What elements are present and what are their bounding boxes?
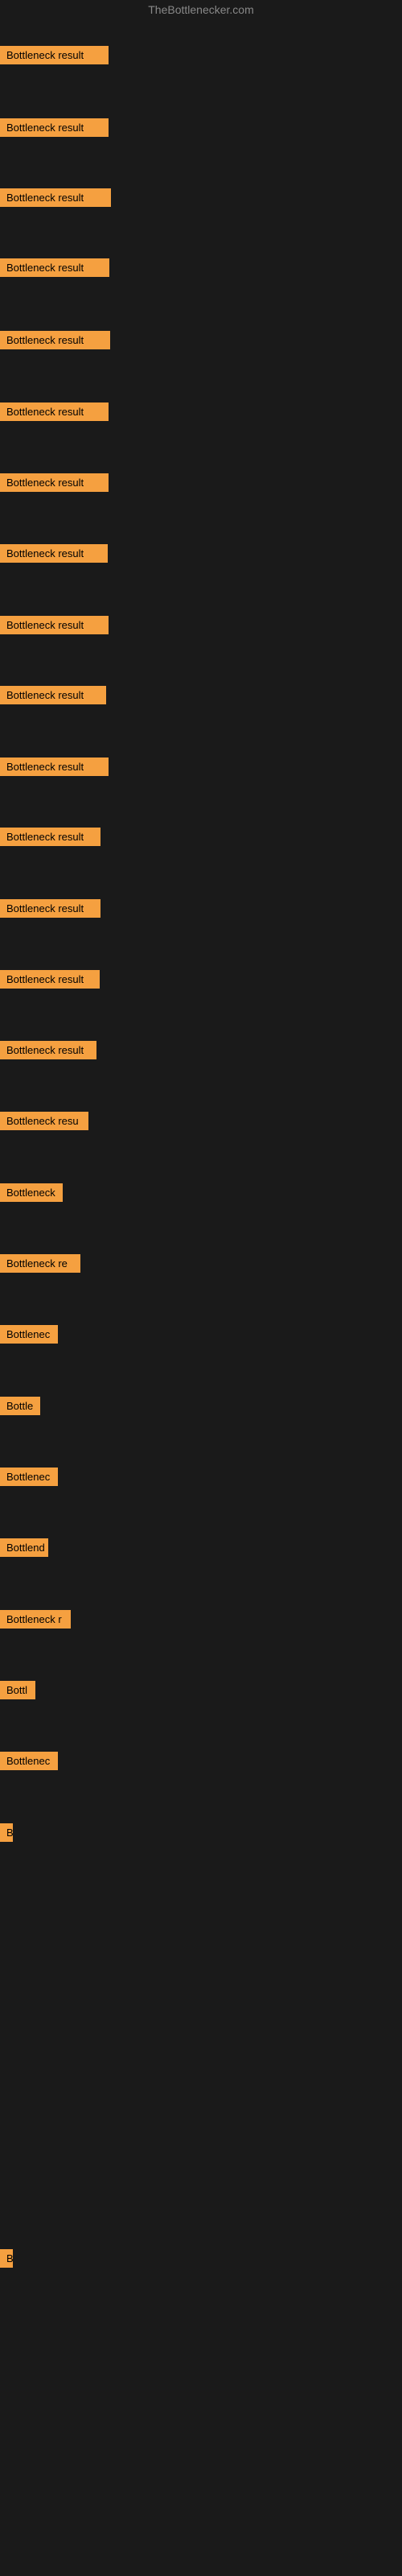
bottleneck-button-13[interactable]: Bottleneck result	[0, 970, 100, 989]
bottleneck-button-18[interactable]: Bottlenec	[0, 1325, 58, 1344]
site-title: TheBottlenecker.com	[0, 0, 402, 19]
bottleneck-button-28[interactable]: B	[0, 2249, 13, 2268]
bottleneck-button-7[interactable]: Bottleneck result	[0, 544, 108, 563]
bottleneck-button-0[interactable]: Bottleneck result	[0, 46, 109, 64]
bottleneck-button-12[interactable]: Bottleneck result	[0, 899, 100, 918]
bottleneck-button-2[interactable]: Bottleneck result	[0, 188, 111, 207]
bottleneck-button-25[interactable]: B	[0, 1823, 13, 1842]
bottleneck-button-3[interactable]: Bottleneck result	[0, 258, 109, 277]
bottleneck-button-16[interactable]: Bottleneck	[0, 1183, 63, 1202]
bottleneck-button-19[interactable]: Bottle	[0, 1397, 40, 1415]
bottleneck-button-23[interactable]: Bottl	[0, 1681, 35, 1699]
bottleneck-button-14[interactable]: Bottleneck result	[0, 1041, 96, 1059]
bottleneck-button-5[interactable]: Bottleneck result	[0, 402, 109, 421]
bottleneck-button-17[interactable]: Bottleneck re	[0, 1254, 80, 1273]
bottleneck-button-22[interactable]: Bottleneck r	[0, 1610, 71, 1629]
bottleneck-button-6[interactable]: Bottleneck result	[0, 473, 109, 492]
bottleneck-button-1[interactable]: Bottleneck result	[0, 118, 109, 137]
bottleneck-button-10[interactable]: Bottleneck result	[0, 758, 109, 776]
bottleneck-button-8[interactable]: Bottleneck result	[0, 616, 109, 634]
bottleneck-button-9[interactable]: Bottleneck result	[0, 686, 106, 704]
bottleneck-button-24[interactable]: Bottlenec	[0, 1752, 58, 1770]
bottleneck-button-15[interactable]: Bottleneck resu	[0, 1112, 88, 1130]
bottleneck-button-11[interactable]: Bottleneck result	[0, 828, 100, 846]
bottleneck-button-4[interactable]: Bottleneck result	[0, 331, 110, 349]
bottleneck-button-21[interactable]: Bottlend	[0, 1538, 48, 1557]
bottleneck-button-20[interactable]: Bottlenec	[0, 1468, 58, 1486]
